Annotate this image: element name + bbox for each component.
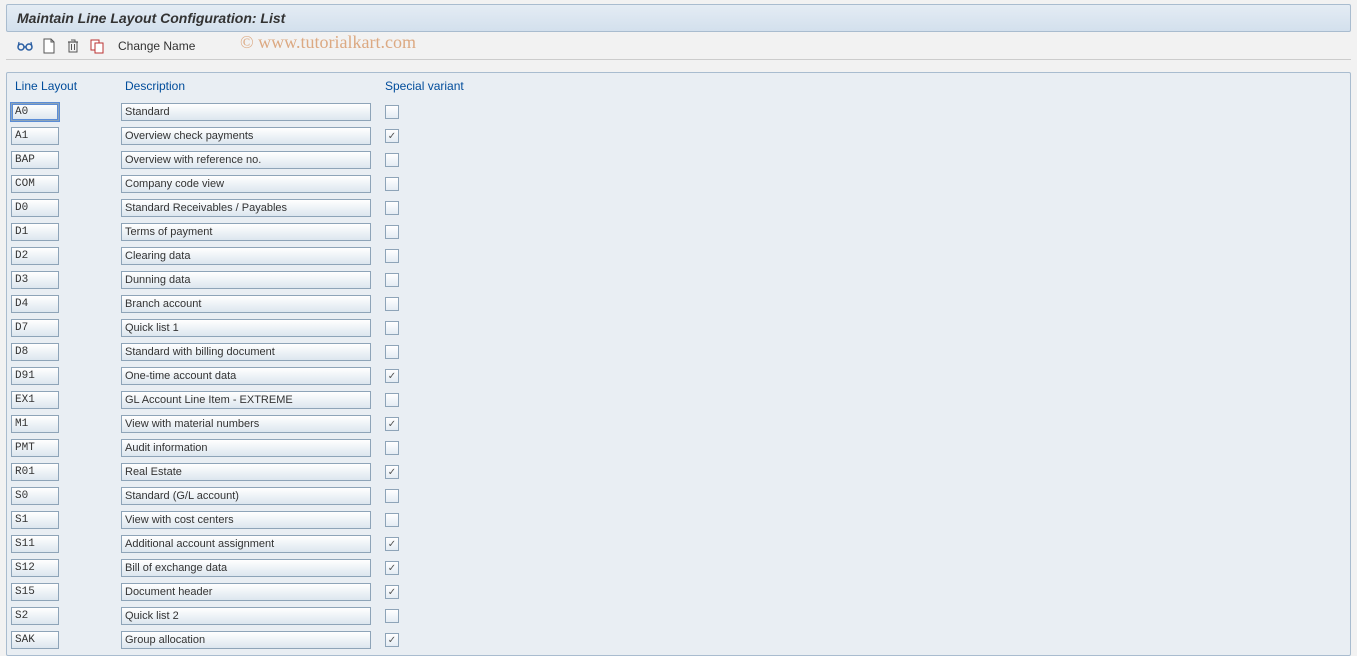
copy-icon[interactable] xyxy=(88,37,106,55)
line-layout-code-input[interactable] xyxy=(11,319,59,337)
line-layout-description-input[interactable] xyxy=(121,175,371,193)
special-variant-checkbox[interactable] xyxy=(385,153,399,167)
line-layout-description-input[interactable] xyxy=(121,223,371,241)
special-variant-checkbox[interactable] xyxy=(385,273,399,287)
line-layout-code-input[interactable] xyxy=(11,535,59,553)
special-variant-checkbox[interactable] xyxy=(385,393,399,407)
line-layout-description-input[interactable] xyxy=(121,199,371,217)
line-layout-description-input[interactable] xyxy=(121,607,371,625)
line-layout-code-input[interactable] xyxy=(11,631,59,649)
special-variant-checkbox[interactable] xyxy=(385,561,399,575)
line-layout-code-input[interactable] xyxy=(11,559,59,577)
line-layout-description-input[interactable] xyxy=(121,151,371,169)
special-variant-checkbox[interactable] xyxy=(385,417,399,431)
line-layout-code-input[interactable] xyxy=(11,223,59,241)
special-variant-checkbox[interactable] xyxy=(385,609,399,623)
change-name-button[interactable]: Change Name xyxy=(118,39,195,53)
line-layout-code-input[interactable] xyxy=(11,247,59,265)
line-layout-code-input[interactable] xyxy=(11,103,59,121)
column-header-line-layout[interactable]: Line Layout xyxy=(11,77,121,99)
line-layout-description-input[interactable] xyxy=(121,583,371,601)
page-title: Maintain Line Layout Configuration: List xyxy=(6,4,1351,32)
column-header-special-variant[interactable]: Special variant xyxy=(381,77,511,99)
line-layout-code-input[interactable] xyxy=(11,199,59,217)
special-variant-checkbox[interactable] xyxy=(385,129,399,143)
special-variant-checkbox[interactable] xyxy=(385,441,399,455)
list-panel: Line Layout Description Special variant xyxy=(6,72,1351,656)
special-variant-checkbox[interactable] xyxy=(385,201,399,215)
special-variant-checkbox[interactable] xyxy=(385,633,399,647)
line-layout-description-input[interactable] xyxy=(121,103,371,121)
line-layout-description-input[interactable] xyxy=(121,319,371,337)
special-variant-checkbox[interactable] xyxy=(385,297,399,311)
line-layout-description-input[interactable] xyxy=(121,271,371,289)
line-layout-code-input[interactable] xyxy=(11,487,59,505)
line-layout-code-input[interactable] xyxy=(11,439,59,457)
special-variant-checkbox[interactable] xyxy=(385,321,399,335)
line-layout-code-input[interactable] xyxy=(11,295,59,313)
special-variant-checkbox[interactable] xyxy=(385,537,399,551)
line-layout-description-input[interactable] xyxy=(121,439,371,457)
line-layout-description-input[interactable] xyxy=(121,463,371,481)
line-layout-code-input[interactable] xyxy=(11,607,59,625)
line-layout-code-input[interactable] xyxy=(11,127,59,145)
special-variant-checkbox[interactable] xyxy=(385,225,399,239)
new-page-icon[interactable] xyxy=(40,37,58,55)
special-variant-checkbox[interactable] xyxy=(385,465,399,479)
delete-icon[interactable] xyxy=(64,37,82,55)
line-layout-code-input[interactable] xyxy=(11,391,59,409)
line-layout-code-input[interactable] xyxy=(11,511,59,529)
line-layout-description-input[interactable] xyxy=(121,391,371,409)
special-variant-checkbox[interactable] xyxy=(385,345,399,359)
line-layout-description-input[interactable] xyxy=(121,295,371,313)
line-layout-description-input[interactable] xyxy=(121,415,371,433)
line-layout-description-input[interactable] xyxy=(121,631,371,649)
line-layout-code-input[interactable] xyxy=(11,343,59,361)
line-layout-code-input[interactable] xyxy=(11,367,59,385)
line-layout-code-input[interactable] xyxy=(11,583,59,601)
special-variant-checkbox[interactable] xyxy=(385,585,399,599)
special-variant-checkbox[interactable] xyxy=(385,489,399,503)
line-layout-description-input[interactable] xyxy=(121,367,371,385)
line-layout-description-input[interactable] xyxy=(121,343,371,361)
glasses-icon[interactable] xyxy=(16,37,34,55)
line-layout-code-input[interactable] xyxy=(11,175,59,193)
special-variant-checkbox[interactable] xyxy=(385,105,399,119)
special-variant-checkbox[interactable] xyxy=(385,513,399,527)
line-layout-code-input[interactable] xyxy=(11,463,59,481)
line-layout-description-input[interactable] xyxy=(121,487,371,505)
line-layout-code-input[interactable] xyxy=(11,415,59,433)
toolbar: Change Name xyxy=(6,32,1351,60)
special-variant-checkbox[interactable] xyxy=(385,177,399,191)
line-layout-description-input[interactable] xyxy=(121,247,371,265)
line-layout-description-input[interactable] xyxy=(121,127,371,145)
line-layout-description-input[interactable] xyxy=(121,559,371,577)
line-layout-code-input[interactable] xyxy=(11,271,59,289)
special-variant-checkbox[interactable] xyxy=(385,249,399,263)
column-header-description[interactable]: Description xyxy=(121,77,381,99)
special-variant-checkbox[interactable] xyxy=(385,369,399,383)
line-layout-description-input[interactable] xyxy=(121,535,371,553)
line-layout-code-input[interactable] xyxy=(11,151,59,169)
line-layout-description-input[interactable] xyxy=(121,511,371,529)
